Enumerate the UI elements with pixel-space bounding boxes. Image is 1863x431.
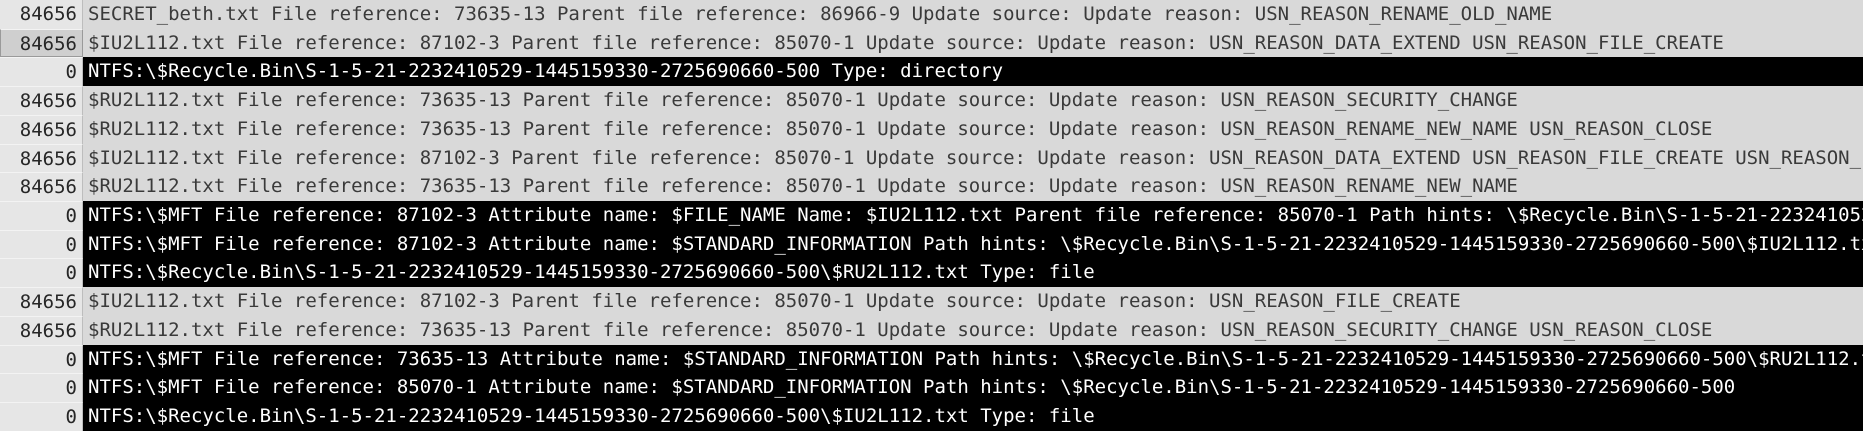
log-row[interactable]: 84656 $IU2L112.txt File reference: 87102… (0, 287, 1863, 316)
row-number-cell: 84656 (0, 315, 83, 345)
row-message-cell: $RU2L112.txt File reference: 73635-13 Pa… (83, 114, 1863, 144)
log-row[interactable]: 0 NTFS:\$MFT File reference: 87102-3 Att… (0, 229, 1863, 259)
row-number-cell: 0 (0, 258, 83, 288)
row-number-cell: 84656 (0, 28, 83, 58)
row-number-cell: 0 (0, 57, 83, 87)
log-row[interactable]: 84656 $RU2L112.txt File reference: 73635… (0, 86, 1863, 115)
log-row[interactable]: 0 NTFS:\$Recycle.Bin\S-1-5-21-2232410529… (0, 258, 1863, 288)
row-number-cell: 0 (0, 344, 83, 374)
row-number-cell: 84656 (0, 287, 83, 316)
log-row[interactable]: 0 NTFS:\$MFT File reference: 87102-3 Att… (0, 201, 1863, 230)
row-message-cell: NTFS:\$Recycle.Bin\S-1-5-21-2232410529-1… (83, 57, 1863, 87)
row-message-cell: NTFS:\$MFT File reference: 73635-13 Attr… (83, 344, 1863, 374)
row-message-cell: $IU2L112.txt File reference: 87102-3 Par… (83, 143, 1863, 173)
log-row[interactable]: 84656 $IU2L112.txt File reference: 87102… (0, 28, 1863, 58)
row-number-cell: 0 (0, 201, 83, 230)
row-number-cell: 84656 (0, 0, 83, 29)
row-message-cell: NTFS:\$Recycle.Bin\S-1-5-21-2232410529-1… (83, 258, 1863, 288)
row-message-cell: $RU2L112.txt File reference: 73635-13 Pa… (83, 315, 1863, 345)
row-number-cell: 0 (0, 373, 83, 403)
log-row[interactable]: 84656 $RU2L112.txt File reference: 73635… (0, 114, 1863, 144)
row-number-cell: 84656 (0, 172, 83, 202)
row-number-cell: 0 (0, 402, 83, 431)
event-log-table: 84656 SECRET_beth.txt File reference: 73… (0, 0, 1863, 431)
log-row[interactable]: 0 NTFS:\$Recycle.Bin\S-1-5-21-2232410529… (0, 402, 1863, 431)
row-message-cell: $IU2L112.txt File reference: 87102-3 Par… (83, 28, 1863, 58)
log-row[interactable]: 0 NTFS:\$MFT File reference: 85070-1 Att… (0, 373, 1863, 403)
row-number-cell: 0 (0, 229, 83, 259)
log-row[interactable]: 84656 $RU2L112.txt File reference: 73635… (0, 315, 1863, 345)
row-message-cell: NTFS:\$MFT File reference: 85070-1 Attri… (83, 373, 1863, 403)
row-message-cell: NTFS:\$MFT File reference: 87102-3 Attri… (83, 229, 1863, 259)
row-number-cell: 84656 (0, 86, 83, 115)
log-row[interactable]: 0 NTFS:\$MFT File reference: 73635-13 At… (0, 344, 1863, 374)
log-row[interactable]: 0 NTFS:\$Recycle.Bin\S-1-5-21-2232410529… (0, 57, 1863, 87)
row-message-cell: SECRET_beth.txt File reference: 73635-13… (83, 0, 1863, 29)
row-number-cell: 84656 (0, 114, 83, 144)
log-row[interactable]: 84656 $RU2L112.txt File reference: 73635… (0, 172, 1863, 202)
row-message-cell: NTFS:\$MFT File reference: 87102-3 Attri… (83, 201, 1863, 230)
row-message-cell: $IU2L112.txt File reference: 87102-3 Par… (83, 287, 1863, 316)
row-message-cell: $RU2L112.txt File reference: 73635-13 Pa… (83, 86, 1863, 115)
row-message-cell: $RU2L112.txt File reference: 73635-13 Pa… (83, 172, 1863, 202)
log-row[interactable]: 84656 $IU2L112.txt File reference: 87102… (0, 143, 1863, 173)
row-message-cell: NTFS:\$Recycle.Bin\S-1-5-21-2232410529-1… (83, 402, 1863, 431)
log-row[interactable]: 84656 SECRET_beth.txt File reference: 73… (0, 0, 1863, 29)
row-number-cell: 84656 (0, 143, 83, 173)
